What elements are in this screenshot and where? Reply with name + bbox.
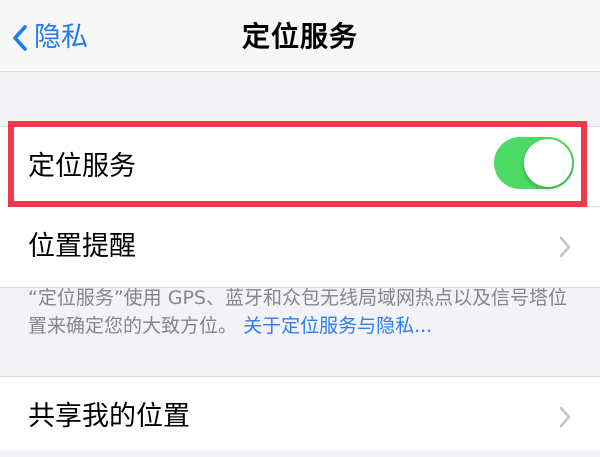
location-alerts-row[interactable]: 位置提醒 xyxy=(0,207,600,287)
toggle-knob xyxy=(524,139,572,187)
location-services-toggle[interactable] xyxy=(494,137,574,189)
navigation-bar: 隐私 定位服务 xyxy=(0,0,600,72)
privacy-info-link[interactable]: 关于定位服务与隐私... xyxy=(243,315,432,337)
location-services-footer: “定位服务”使用 GPS、蓝牙和众包无线局域网热点以及信号塔位置来确定您的大致方… xyxy=(28,284,578,340)
chevron-right-icon xyxy=(558,405,572,429)
location-services-row: 定位服务 xyxy=(0,127,600,207)
location-settings-group: 定位服务 位置提醒 xyxy=(0,126,600,288)
page-title: 定位服务 xyxy=(241,20,358,53)
location-alerts-label: 位置提醒 xyxy=(28,231,136,262)
share-my-location-row[interactable]: 共享我的位置 xyxy=(0,377,600,457)
share-my-location-label: 共享我的位置 xyxy=(28,401,190,432)
location-services-label: 定位服务 xyxy=(28,151,136,182)
chevron-right-icon xyxy=(558,235,572,259)
share-location-group: 共享我的位置 xyxy=(0,376,600,450)
